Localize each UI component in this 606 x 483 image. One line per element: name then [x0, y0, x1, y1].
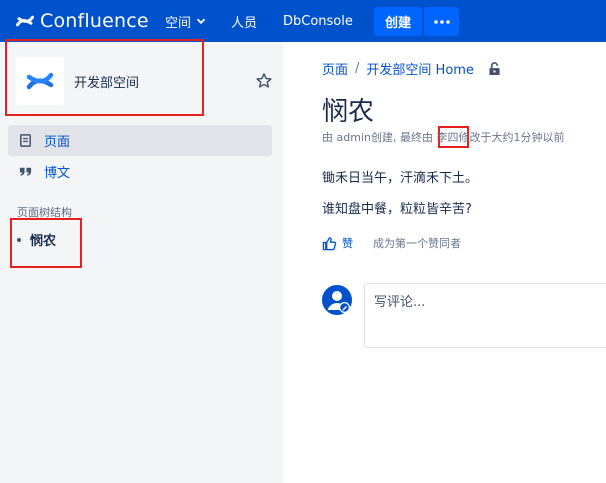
nav-people-label: 人员 — [231, 15, 258, 31]
page-byline: 由 admin创建, 最终由 李四修改于大约1分钟以前 — [322, 129, 564, 145]
top-navigation-bar: Confluence 空间 人员 DbConsole 创建 — [0, 0, 606, 42]
byline-editor-link[interactable]: 李四 — [436, 131, 458, 144]
page-icon — [20, 134, 31, 147]
breadcrumb-home-link[interactable]: 开发部空间 Home — [366, 59, 474, 78]
user-avatar-icon — [322, 285, 352, 315]
quote-icon — [19, 167, 32, 176]
nav-spaces-menu[interactable]: 空间 — [165, 0, 206, 42]
breadcrumb-pages-link[interactable]: 页面 — [322, 59, 348, 78]
nav-spaces-label: 空间 — [165, 15, 192, 31]
confluence-logo[interactable]: Confluence — [16, 0, 149, 42]
content-line-1: 锄禾日当午，汗滴禾下土。 — [322, 171, 479, 186]
brand-name: Confluence — [40, 10, 149, 32]
byline-modified: 修改于 — [458, 131, 492, 144]
nav-dbconsole-label: DbConsole — [283, 13, 353, 29]
page-title: 悯农 — [322, 97, 375, 127]
star-icon[interactable] — [255, 72, 273, 90]
nav-dbconsole[interactable]: DbConsole — [283, 0, 353, 42]
like-button[interactable]: 赞 — [322, 235, 353, 251]
more-icon — [433, 19, 450, 24]
chevron-down-icon — [196, 18, 206, 25]
sidebar-item-blog[interactable]: 博文 — [8, 156, 272, 187]
byline-author-link[interactable]: admin — [337, 131, 371, 144]
breadcrumb-separator: / — [355, 61, 360, 76]
like-first-text: 成为第一个赞同者 — [373, 237, 461, 250]
more-create-button[interactable] — [424, 7, 459, 36]
content-line-2: 谁知盘中餐，粒粒皆辛苦? — [322, 202, 472, 217]
thumbs-up-icon — [322, 236, 337, 250]
sidebar-item-label: 页面 — [44, 135, 71, 150]
create-button[interactable]: 创建 — [374, 7, 422, 36]
nav-people[interactable]: 人员 — [231, 0, 257, 42]
byline-time-link[interactable]: 大约1分钟以前 — [491, 131, 564, 144]
comment-input[interactable]: 写评论... — [364, 283, 606, 348]
breadcrumb: 页面 / 开发部空间 Home — [322, 59, 501, 78]
annotation-box-space-header — [5, 39, 204, 116]
like-row: 赞 成为第一个赞同者 — [322, 235, 461, 251]
sidebar-item-label: 博文 — [44, 166, 71, 181]
annotation-box-tree-item — [10, 218, 82, 268]
like-label: 赞 — [342, 237, 353, 250]
confluence-logo-icon — [16, 15, 34, 27]
byline-created: 创建, 最终由 — [370, 131, 437, 144]
sidebar-item-pages[interactable]: 页面 — [8, 125, 272, 156]
comment-placeholder: 写评论... — [374, 295, 426, 310]
byline-prefix: 由 — [322, 131, 337, 144]
unlock-icon[interactable] — [488, 61, 501, 76]
